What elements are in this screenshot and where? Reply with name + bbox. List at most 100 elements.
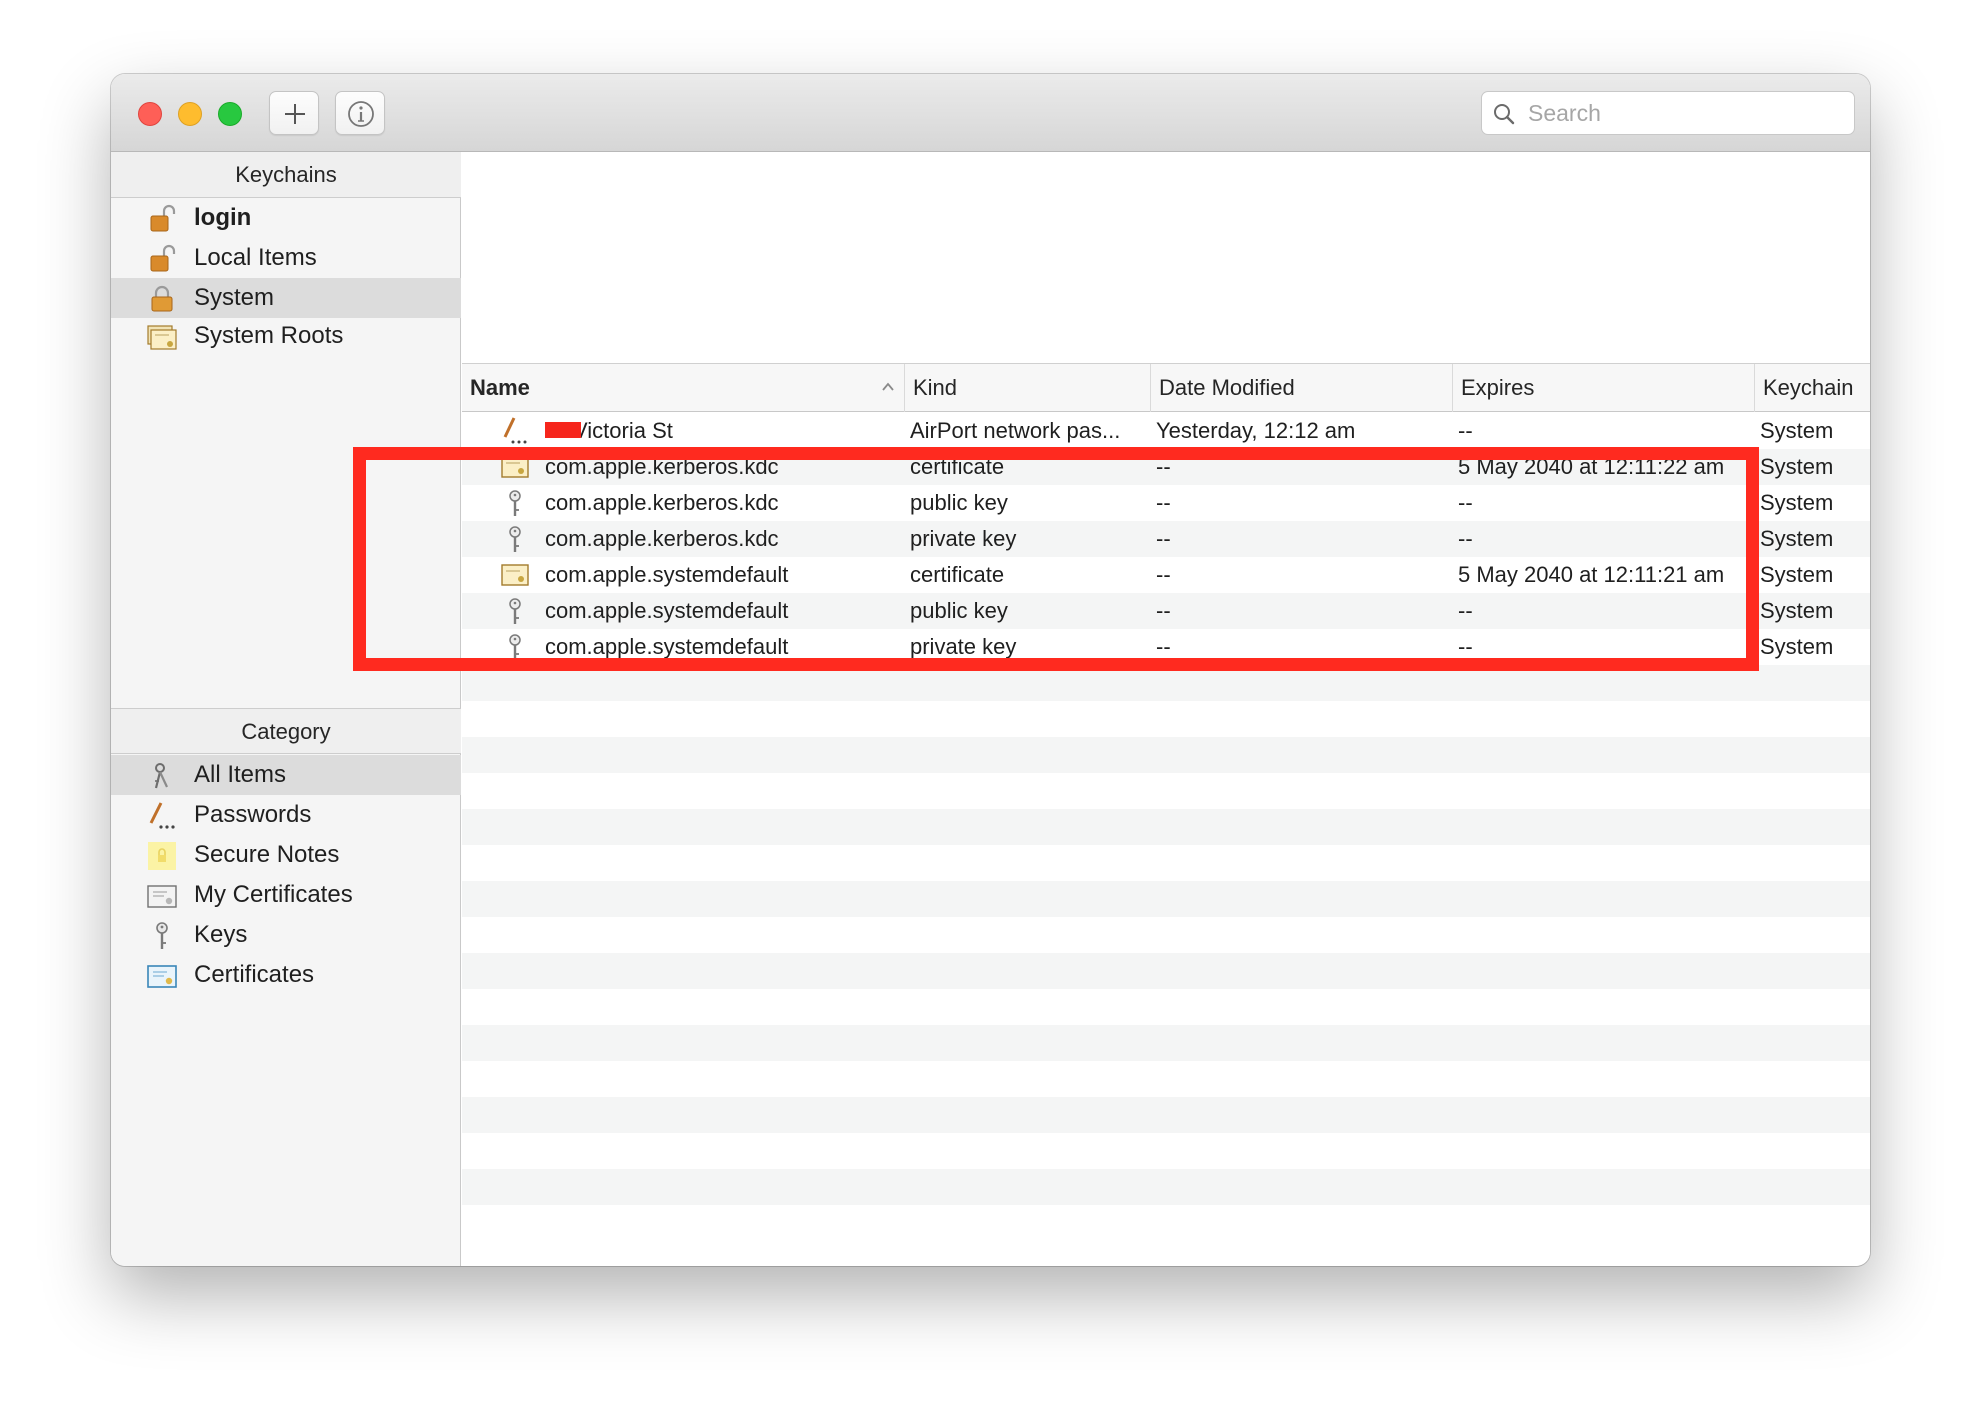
- empty-table-row: [462, 665, 1870, 701]
- table-row[interactable]: com.apple.systemdefault certificate -- 5 Ma…: [462, 557, 1870, 593]
- cell-date-modified: --: [1156, 562, 1171, 587]
- cell-kind: certificate: [910, 454, 1005, 479]
- get-info-button[interactable]: [335, 91, 385, 135]
- password-pencil-icon: [149, 802, 175, 829]
- cell-date-modified: --: [1156, 490, 1171, 515]
- column-header-keychain[interactable]: Keychain: [1754, 364, 1870, 412]
- table-row[interactable]: Victoria St AirPort network pas... Yesterd…: [462, 413, 1870, 449]
- item-detail-area: [462, 152, 1870, 364]
- sidebar-item-label: My Certificates: [194, 881, 353, 908]
- cell-kind: private key: [910, 526, 1017, 551]
- cell-name-text: com.apple.systemdefault: [545, 562, 789, 587]
- table-row[interactable]: com.apple.systemdefault public key -- -- Sys…: [462, 593, 1870, 629]
- sidebar-item-label: Passwords: [194, 801, 312, 828]
- sidebar-item-label: System Roots: [194, 322, 344, 349]
- chevron-up-icon[interactable]: [880, 379, 896, 395]
- table-row[interactable]: com.apple.kerberos.kdc certificate -- 5 May…: [462, 449, 1870, 485]
- sidebar-item-certificates[interactable]: Certificates: [111, 955, 461, 995]
- cell-date-modified: --: [1156, 526, 1171, 551]
- keychain-access-window: Keychains login Local Items System: [111, 74, 1870, 1266]
- cell-name-text: com.apple.systemdefault: [545, 634, 789, 659]
- sidebar-item-local-items[interactable]: Local Items: [111, 238, 461, 278]
- empty-table-row: [462, 773, 1870, 809]
- zoom-window-button[interactable]: [218, 102, 242, 126]
- minimize-window-button[interactable]: [178, 102, 202, 126]
- empty-table-row: [462, 1205, 1870, 1241]
- cell-name-text: com.apple.kerberos.kdc: [545, 526, 779, 551]
- info-icon: [348, 101, 374, 127]
- cell-expires: 5 May 2040 at 12:11:21 am: [1458, 562, 1725, 587]
- cell-date-modified: --: [1156, 454, 1171, 479]
- cell-expires: --: [1458, 526, 1473, 551]
- cell-kind: certificate: [910, 562, 1005, 587]
- column-header-name[interactable]: Name: [462, 364, 904, 412]
- cell-name: com.apple.kerberos.kdc: [545, 449, 895, 485]
- my-certificate-icon: [147, 885, 177, 908]
- cell-kind: public key: [910, 490, 1008, 515]
- sidebar-item-keys[interactable]: Keys: [111, 915, 461, 955]
- cell-name: com.apple.systemdefault: [545, 557, 895, 593]
- sidebar-item-label: login: [194, 204, 252, 231]
- key-icon: [500, 633, 530, 661]
- search-icon: [1494, 104, 1515, 125]
- cell-expires: --: [1458, 634, 1473, 659]
- search-field[interactable]: [1481, 91, 1855, 135]
- cell-kind: AirPort network pas...: [910, 418, 1121, 443]
- column-header-kind[interactable]: Kind: [904, 364, 1150, 412]
- empty-table-row: [462, 1133, 1870, 1169]
- key-icon: [156, 922, 168, 949]
- keychains-header: Keychains: [111, 152, 461, 198]
- sidebar-item-label: Secure Notes: [194, 841, 340, 868]
- column-header-expires[interactable]: Expires: [1452, 364, 1754, 412]
- empty-table-row: [462, 917, 1870, 953]
- sidebar-item-system[interactable]: System: [111, 278, 461, 318]
- cell-name: com.apple.kerberos.kdc: [545, 485, 895, 521]
- title-bar: [111, 74, 1870, 152]
- empty-table-row: [462, 989, 1870, 1025]
- table-row[interactable]: com.apple.kerberos.kdc public key -- -- Syst…: [462, 485, 1870, 521]
- cell-name-text: com.apple.kerberos.kdc: [545, 490, 779, 515]
- sidebar-item-label: Certificates: [194, 961, 315, 988]
- unlocked-padlock-icon: [150, 244, 176, 272]
- empty-table-row: [462, 953, 1870, 989]
- sidebar-item-system-roots[interactable]: System Roots: [111, 316, 461, 356]
- main-pane: Name Kind Date Modified Expires Keychain…: [462, 152, 1870, 1266]
- unlocked-padlock-icon: [150, 204, 176, 232]
- cell-keychain: System: [1760, 562, 1834, 587]
- sidebar-item-label: System: [194, 284, 275, 311]
- cell-name: com.apple.kerberos.kdc: [545, 521, 895, 557]
- sidebar-item-secure-notes[interactable]: Secure Notes: [111, 835, 461, 875]
- locked-padlock-icon: [151, 285, 173, 312]
- search-input[interactable]: [1528, 98, 1838, 128]
- empty-table-row: [462, 881, 1870, 917]
- password-pencil-icon: [500, 417, 530, 445]
- column-header-date-modified[interactable]: Date Modified: [1150, 364, 1452, 412]
- cell-expires: --: [1458, 418, 1473, 443]
- cell-keychain: System: [1760, 634, 1834, 659]
- key-icon: [500, 525, 530, 553]
- table-row[interactable]: com.apple.kerberos.kdc private key -- -- Sys…: [462, 521, 1870, 557]
- cell-date-modified: --: [1156, 598, 1171, 623]
- add-item-button[interactable]: [269, 91, 319, 135]
- sidebar-item-login[interactable]: login: [111, 198, 461, 238]
- sidebar-item-passwords[interactable]: Passwords: [111, 795, 461, 835]
- cell-name-text: com.apple.systemdefault: [545, 598, 789, 623]
- empty-table-row: [462, 1025, 1870, 1061]
- cell-keychain: System: [1760, 418, 1834, 443]
- plus-icon: [285, 104, 305, 124]
- table-header: Name Kind Date Modified Expires Keychain: [462, 364, 1870, 412]
- cell-expires: --: [1458, 490, 1473, 515]
- items-table: Victoria St AirPort network pas... Yesterd…: [462, 413, 1870, 1241]
- secure-note-icon: [148, 842, 176, 870]
- close-window-button[interactable]: [138, 102, 162, 126]
- key-icon: [500, 597, 530, 625]
- cell-name: com.apple.systemdefault: [545, 629, 895, 665]
- sidebar-item-label: All Items: [194, 761, 287, 788]
- table-row[interactable]: com.apple.systemdefault private key -- -- Sy…: [462, 629, 1870, 665]
- cell-name-text: com.apple.kerberos.kdc: [545, 454, 779, 479]
- cell-keychain: System: [1760, 526, 1834, 551]
- certificate-icon: [500, 453, 530, 481]
- sidebar-item-all-items[interactable]: All Items: [111, 755, 461, 795]
- sidebar-item-my-certificates[interactable]: My Certificates: [111, 875, 461, 915]
- certificate-icon: [147, 965, 177, 988]
